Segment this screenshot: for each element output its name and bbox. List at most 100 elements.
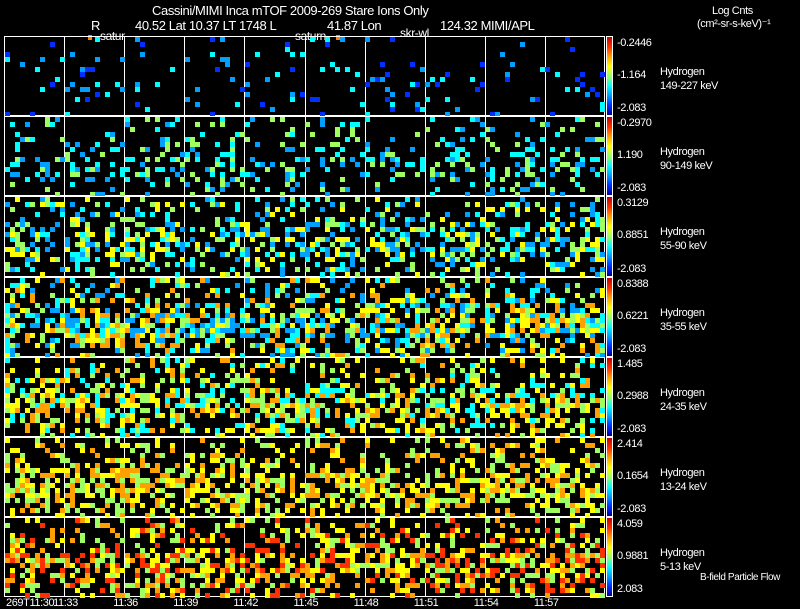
heatmap-cell [530, 162, 535, 168]
bfield-legend: B-field Particle Flow [700, 572, 780, 583]
heatmap-cell [355, 197, 360, 203]
colorbar-max: 2.414 [617, 438, 643, 450]
heatmap-cell [185, 473, 190, 478]
r-label: R [91, 18, 100, 33]
heatmap-cell [540, 382, 545, 388]
heatmap-cell [480, 357, 485, 363]
heatmap-cell [310, 332, 315, 338]
heatmap-cell [105, 342, 110, 348]
heatmap-cell [220, 578, 225, 584]
panel-label: Hydrogen 90-149 keV [660, 145, 713, 173]
heatmap-cell [155, 543, 160, 549]
heatmap-cell [15, 172, 20, 178]
heatmap-cell [300, 172, 305, 178]
heatmap-cell [340, 122, 345, 128]
heatmap-cell [185, 57, 190, 62]
heatmap-cell [450, 162, 455, 168]
heatmap-cell [580, 117, 585, 123]
heatmap-cell [55, 222, 60, 228]
heatmap-cell [210, 52, 215, 57]
heatmap-cell [255, 247, 260, 253]
heatmap-cell [60, 443, 65, 448]
heatmap-cell [390, 107, 395, 112]
heatmap-cell [220, 443, 225, 448]
heatmap-cell [5, 498, 10, 503]
heatmap-cell [295, 182, 300, 188]
panel-label: Hydrogen 5-13 keV [660, 546, 705, 574]
heatmap-cell [90, 593, 95, 599]
heatmap-cell [385, 262, 390, 268]
heatmap-cell [470, 588, 475, 594]
heatmap-cell [115, 573, 120, 579]
heatmap-cell [160, 152, 165, 158]
heatmap-cell [270, 553, 275, 559]
heatmap-cell [225, 287, 230, 293]
heatmap-cell [320, 67, 325, 72]
heatmap-cell [380, 62, 385, 67]
heatmap-cell [440, 387, 445, 393]
heatmap-cell [290, 67, 295, 72]
heatmap-cell [305, 157, 310, 163]
heatmap-cell [320, 498, 325, 503]
colorbar [606, 36, 613, 117]
heatmap-cell [515, 142, 520, 148]
heatmap-cell [305, 167, 310, 173]
heatmap-cell [175, 463, 180, 468]
heatmap-cell [10, 122, 15, 128]
heatmap-cell [50, 82, 55, 87]
heatmap-cell [130, 448, 135, 453]
heatmap-cell [535, 553, 540, 559]
heatmap-cell [360, 372, 365, 378]
heatmap-cell [110, 412, 115, 418]
heatmap-cell [305, 122, 310, 128]
colorbar-mid: 0.8851 [617, 229, 649, 242]
heatmap-cell [45, 187, 50, 193]
heatmap-cell [520, 538, 525, 544]
heatmap-cell [300, 508, 305, 513]
units-label: Log Cnts [712, 5, 753, 17]
heatmap-cell [260, 242, 265, 248]
heatmap-cell [105, 503, 110, 508]
heatmap-cell [425, 82, 430, 87]
colorbar-min: -2.083 [617, 182, 646, 195]
heatmap-cell [570, 212, 575, 218]
heatmap-cell [140, 382, 145, 388]
heatmap-cell [70, 202, 75, 208]
heatmap-panel [4, 36, 605, 117]
heatmap-cell [195, 122, 200, 128]
heatmap-cell [265, 77, 270, 82]
heatmap-cell [325, 583, 330, 589]
heatmap-cell [480, 82, 485, 87]
heatmap-cell [120, 538, 125, 544]
heatmap-cell [410, 417, 415, 423]
heatmap-cell [235, 257, 240, 263]
heatmap-cell [445, 212, 450, 218]
heatmap-cell [555, 247, 560, 253]
heatmap-cell [95, 257, 100, 263]
heatmap-cell [325, 42, 330, 47]
heatmap-cell [165, 277, 170, 283]
heatmap-cell [240, 448, 245, 453]
heatmap-cell [280, 217, 285, 223]
heatmap-cell [465, 427, 470, 433]
heatmap-cell [490, 177, 495, 183]
time-gridline [305, 197, 306, 276]
heatmap-cell [205, 427, 210, 433]
heatmap-cell [600, 167, 605, 173]
heatmap-cell [165, 182, 170, 188]
heatmap-cell [265, 187, 270, 193]
heatmap-cell [185, 362, 190, 368]
heatmap-cell [570, 533, 575, 539]
lon-info: 41.87 Lon [327, 18, 382, 33]
heatmap-cell [490, 127, 495, 133]
heatmap-cell [485, 157, 490, 163]
heatmap-cell [220, 392, 225, 398]
heatmap-cell [405, 197, 410, 203]
heatmap-cell [595, 92, 600, 97]
heatmap-cell [10, 207, 15, 213]
heatmap-cell [30, 202, 35, 208]
heatmap-cell [425, 533, 430, 539]
heatmap-cell [290, 578, 295, 584]
heatmap-cell [355, 382, 360, 388]
heatmap-cell [600, 327, 605, 333]
